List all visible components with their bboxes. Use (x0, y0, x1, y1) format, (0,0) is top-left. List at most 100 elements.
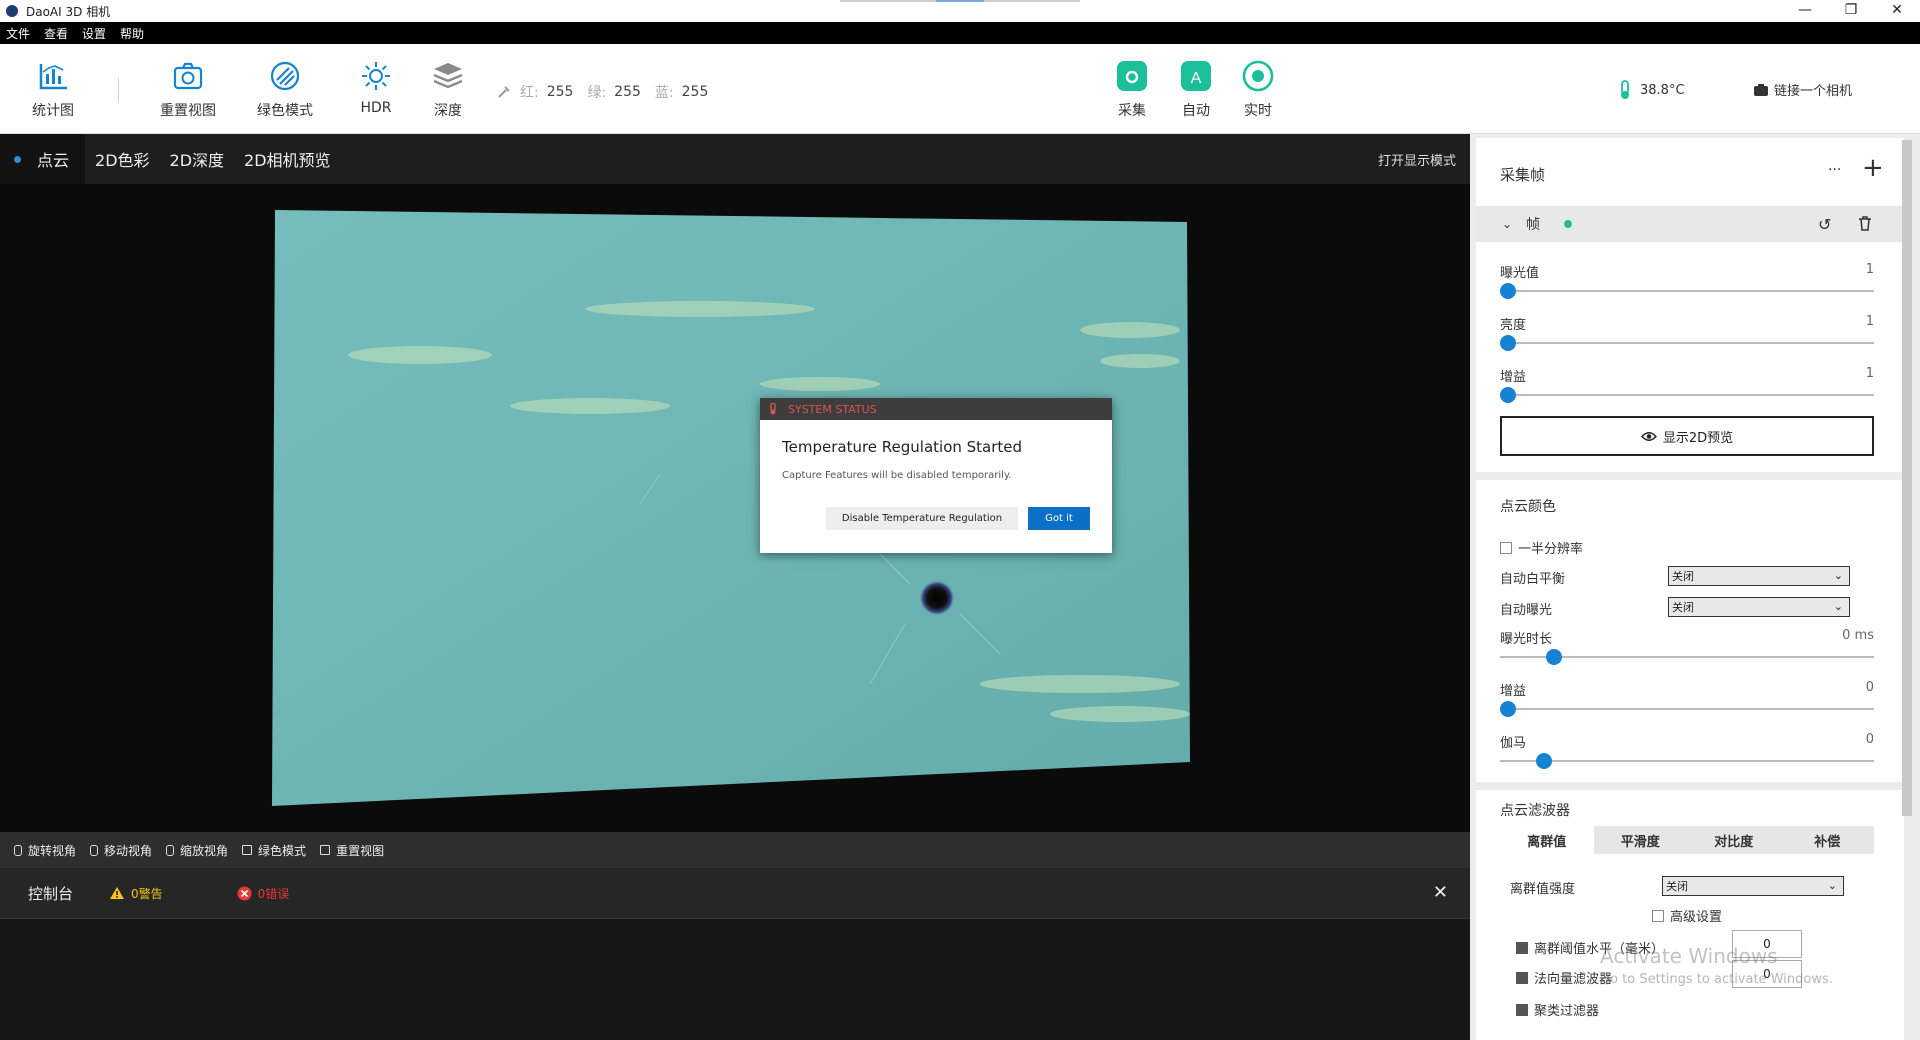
advanced-settings-checkbox[interactable]: 高级设置 (1652, 906, 1722, 925)
green-mode-icon (270, 61, 300, 91)
normal-filter-row[interactable]: 法向量滤波器 (1516, 968, 1612, 987)
exposure-time-handle[interactable] (1546, 649, 1562, 665)
auto-letter: A (1191, 70, 1202, 87)
connect-camera-button[interactable]: 链接一个相机 (1754, 80, 1852, 99)
minimize-button[interactable]: — (1782, 0, 1828, 22)
color-gain-handle[interactable] (1500, 701, 1516, 717)
disable-temperature-regulation-button[interactable]: Disable Temperature Regulation (826, 507, 1018, 530)
gamma-track (1500, 760, 1874, 762)
tab-2d-camera-preview[interactable]: 2D相机预览 (234, 134, 341, 184)
exposure-time-value: 0 ms (1842, 628, 1874, 643)
more-options-button[interactable]: ··· (1828, 162, 1841, 178)
reset-view-button[interactable]: 重置视图 (160, 58, 216, 120)
maximize-button[interactable]: ❐ (1828, 0, 1874, 22)
filter-tabs: 离群值 平滑度 对比度 补偿 (1500, 826, 1874, 854)
color-gain-slider[interactable]: 增益 0 (1500, 680, 1874, 720)
cluster-filter-row[interactable]: 聚类过滤器 (1516, 1000, 1599, 1019)
tab-contrast[interactable]: 对比度 (1687, 826, 1781, 854)
console-close-icon[interactable]: ✕ (1433, 882, 1448, 903)
exposure-time-slider[interactable]: 曝光时长 0 ms (1500, 628, 1874, 668)
gain-handle[interactable] (1500, 387, 1516, 403)
toolbar-separator (118, 78, 119, 102)
title-bar: DaoAI 3D 相机 — ❐ ✕ (0, 0, 1920, 22)
menu-help[interactable]: 帮助 (120, 25, 144, 42)
tab-2d-depth[interactable]: 2D深度 (160, 134, 235, 184)
hint-rotate-label: 旋转视角 (28, 843, 77, 858)
color-gain-label: 增益 (1500, 684, 1527, 699)
add-frame-button[interactable]: + (1862, 154, 1884, 182)
red-label: 红: (520, 85, 539, 101)
undo-icon[interactable]: ↺ (1818, 215, 1831, 234)
capture-button[interactable]: 采集 (1114, 58, 1150, 120)
view-tabs: 点云 2D色彩 2D深度 2D相机预览 打开显示模式 (0, 134, 1470, 184)
tab-outlier[interactable]: 离群值 (1500, 826, 1594, 854)
tab-compensation[interactable]: 补偿 (1781, 826, 1875, 854)
tab-smoothness[interactable]: 平滑度 (1594, 826, 1688, 854)
temperature-value: 38.8°C (1640, 82, 1685, 98)
point-cloud-viewport[interactable]: SYSTEM STATUS Temperature Regulation Sta… (0, 184, 1470, 832)
cluster-filter-box[interactable] (1516, 1003, 1528, 1016)
half-resolution-box[interactable] (1500, 541, 1512, 554)
half-resolution-label: 一半分辨率 (1518, 542, 1584, 557)
brightness-slider[interactable]: 亮度 1 (1500, 314, 1874, 354)
auto-white-balance-select[interactable]: 关闭 ⌄ (1668, 566, 1850, 586)
frame-label: 帧 (1526, 217, 1541, 233)
tab-point-cloud[interactable]: 点云 (0, 134, 86, 184)
menu-file[interactable]: 文件 (6, 25, 30, 42)
trash-icon[interactable] (1858, 216, 1872, 231)
errors-count: 0错误 (257, 886, 290, 901)
depth-button[interactable]: 深度 (430, 58, 466, 120)
outlier-threshold-box[interactable] (1516, 941, 1528, 954)
panel-scrollbar[interactable] (1902, 140, 1912, 816)
console-errors[interactable]: 0错误 (237, 885, 290, 902)
chart-icon (39, 64, 67, 90)
auto-exposure-select[interactable]: 关闭 ⌄ (1668, 597, 1850, 617)
filters-title: 点云滤波器 (1500, 803, 1570, 819)
show-2d-preview-label: 显示2D预览 (1662, 430, 1734, 446)
exposure-handle[interactable] (1500, 283, 1516, 299)
got-it-button[interactable]: Got it (1028, 507, 1090, 530)
gamma-handle[interactable] (1536, 753, 1552, 769)
normal-filter-box[interactable] (1516, 971, 1528, 984)
console-output[interactable] (0, 918, 1470, 1040)
mouse-right-icon (90, 844, 99, 856)
depth-label: 深度 (434, 103, 462, 119)
green-mode-button[interactable]: 绿色模式 (257, 58, 313, 120)
gamma-slider[interactable]: 伽马 0 (1500, 732, 1874, 772)
brightness-label: 亮度 (1500, 318, 1527, 333)
blue-value: 255 (681, 84, 709, 100)
gain-slider[interactable]: 增益 1 (1500, 366, 1874, 406)
stats-button[interactable]: 统计图 (32, 58, 74, 120)
menu-view[interactable]: 查看 (44, 25, 68, 42)
dialog-message: Capture Features will be disabled tempor… (782, 470, 1012, 481)
system-status-dialog: SYSTEM STATUS Temperature Regulation Sta… (760, 398, 1112, 553)
half-resolution-checkbox[interactable]: 一半分辨率 (1500, 538, 1583, 557)
console-warnings[interactable]: 0警告 (109, 885, 163, 902)
advanced-settings-box[interactable] (1652, 909, 1664, 922)
cloud-color-title: 点云颜色 (1500, 499, 1556, 515)
menu-settings[interactable]: 设置 (82, 25, 106, 42)
open-display-mode-button[interactable]: 打开显示模式 (1378, 150, 1456, 169)
chevron-down-icon: ⌄ (1833, 600, 1843, 613)
activation-watermark-title: Activate Windows (1600, 944, 1778, 968)
brightness-handle[interactable] (1500, 335, 1516, 351)
gamma-label: 伽马 (1500, 736, 1527, 751)
auto-button[interactable]: A 自动 (1178, 58, 1214, 120)
console-title[interactable]: 控制台 (28, 883, 73, 904)
exposure-slider[interactable]: 曝光值 1 (1500, 262, 1874, 302)
hdr-button[interactable]: HDR (358, 58, 394, 116)
outlier-strength-select[interactable]: 关闭 ⌄ (1662, 876, 1844, 896)
chevron-down-icon[interactable]: ⌄ (1502, 217, 1512, 231)
title-decoration-accent (936, 0, 984, 2)
realtime-button[interactable]: 实时 (1240, 58, 1276, 120)
close-button[interactable]: ✕ (1874, 0, 1920, 22)
show-2d-preview-button[interactable]: 显示2D预览 (1500, 416, 1874, 456)
auto-exposure-value: 关闭 (1672, 601, 1694, 614)
tab-2d-color[interactable]: 2D色彩 (85, 134, 160, 184)
hint-move-label: 移动视角 (104, 843, 153, 858)
frame-header[interactable]: ⌄ 帧 ↺ (1476, 206, 1904, 242)
hint-rotate: 旋转视角 (14, 842, 76, 859)
dialog-header: SYSTEM STATUS (760, 398, 1112, 420)
active-tab-indicator (14, 155, 21, 163)
auto-icon: A (1181, 61, 1211, 91)
